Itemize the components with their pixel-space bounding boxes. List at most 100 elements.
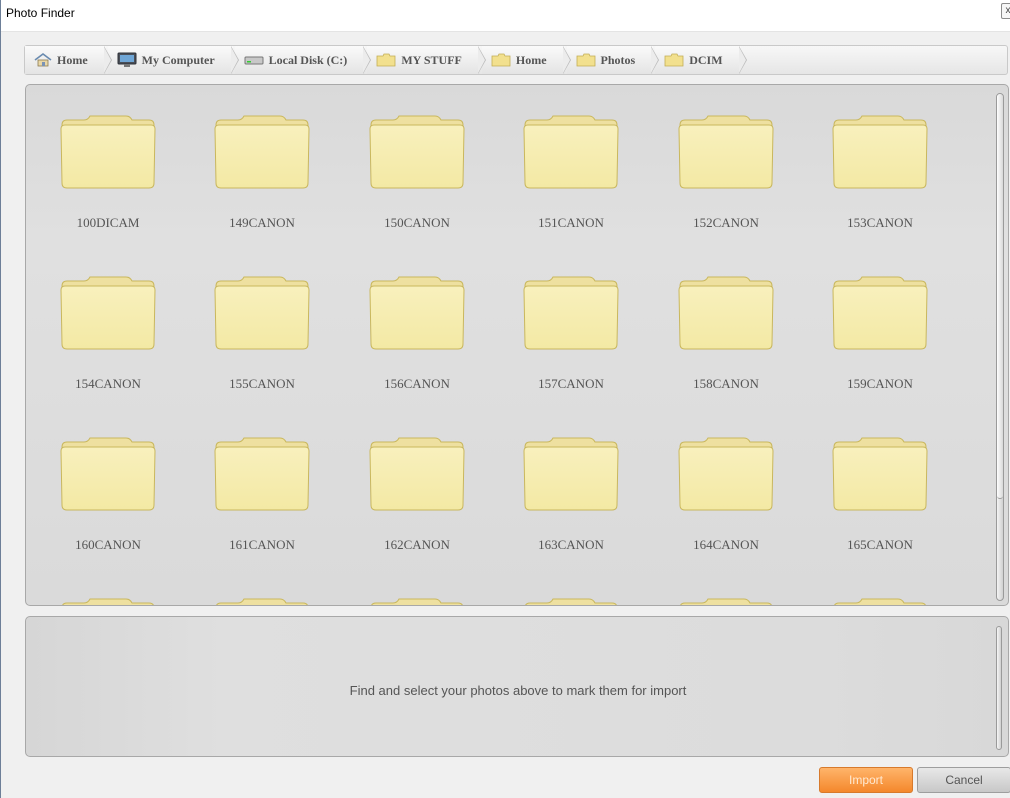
- folder-icon: [357, 276, 477, 350]
- folder-item[interactable]: 164CANON: [666, 437, 786, 567]
- breadcrumb: Home My Computer Local Disk (C:) MY STUF…: [24, 45, 1008, 75]
- folder-item-partial[interactable]: [511, 598, 631, 605]
- breadcrumb-item-my-stuff[interactable]: MY STUFF: [367, 46, 486, 74]
- folder-icon: [576, 53, 596, 67]
- folder-icon: [357, 437, 477, 511]
- folder-label: 156CANON: [384, 376, 450, 391]
- folder-item[interactable]: 156CANON: [357, 276, 477, 406]
- import-hint-text: Find and select your photos above to mar…: [349, 683, 687, 698]
- folder-icon: [376, 53, 396, 67]
- folder-item[interactable]: 152CANON: [666, 115, 786, 245]
- folder-item-partial[interactable]: [357, 598, 477, 605]
- folder-item[interactable]: 159CANON: [820, 276, 940, 406]
- folder-icon: [48, 276, 168, 350]
- folder-item-partial[interactable]: [666, 598, 786, 605]
- folder-browser-panel: 100DICAM 149CANON 150CANON 151CANON 152CANON…: [25, 84, 1009, 606]
- folder-item[interactable]: 100DICAM: [48, 115, 168, 245]
- folder-label: 149CANON: [229, 215, 295, 230]
- breadcrumb-item-local-disk[interactable]: Local Disk (C:): [234, 46, 371, 74]
- window-title: Photo Finder: [6, 6, 75, 20]
- import-selection-panel: Find and select your photos above to mar…: [25, 616, 1009, 757]
- folder-label: 162CANON: [384, 537, 450, 552]
- folder-icon: [48, 598, 168, 605]
- folder-icon: [666, 598, 786, 605]
- folder-item[interactable]: 162CANON: [357, 437, 477, 567]
- folder-label: 152CANON: [693, 215, 759, 230]
- folder-icon: [511, 276, 631, 350]
- folder-item[interactable]: 160CANON: [48, 437, 168, 567]
- folder-icon: [820, 115, 940, 189]
- folder-label: 160CANON: [75, 537, 141, 552]
- folder-icon: [511, 115, 631, 189]
- folder-item[interactable]: 157CANON: [511, 276, 631, 406]
- breadcrumb-label: Home: [57, 52, 88, 67]
- folder-label: 157CANON: [538, 376, 604, 391]
- folder-item[interactable]: 158CANON: [666, 276, 786, 406]
- import-scrollbar[interactable]: [996, 626, 1002, 750]
- folder-scrollbar[interactable]: [996, 93, 1004, 601]
- folder-icon: [202, 115, 322, 189]
- folder-icon: [666, 276, 786, 350]
- folder-item[interactable]: 154CANON: [48, 276, 168, 406]
- folder-item-partial[interactable]: [202, 598, 322, 605]
- folder-grid: 100DICAM 149CANON 150CANON 151CANON 152CANON…: [26, 85, 986, 605]
- folder-icon: [666, 437, 786, 511]
- breadcrumb-label: Home: [515, 52, 547, 67]
- import-button[interactable]: Import: [819, 767, 913, 793]
- folder-label: 154CANON: [75, 376, 141, 391]
- folder-icon: [202, 437, 322, 511]
- folder-label: 155CANON: [229, 376, 295, 391]
- folder-label: 165CANON: [847, 537, 913, 552]
- photo-finder-window: Photo Finder x Home My Computer Local Di…: [0, 0, 1010, 798]
- home-icon: [34, 53, 52, 67]
- folder-icon: [202, 598, 322, 605]
- folder-icon: [357, 598, 477, 605]
- breadcrumb-item-dcim[interactable]: DCIM: [655, 46, 747, 74]
- breadcrumb-label: MY STUFF: [401, 52, 462, 67]
- folder-item[interactable]: 153CANON: [820, 115, 940, 245]
- folder-item[interactable]: 155CANON: [202, 276, 322, 406]
- folder-item[interactable]: 165CANON: [820, 437, 940, 567]
- folder-item[interactable]: 149CANON: [202, 115, 322, 245]
- folder-icon: [48, 115, 168, 189]
- folder-icon: [820, 598, 940, 605]
- breadcrumb-item-home-folder[interactable]: Home: [481, 46, 571, 74]
- folder-icon: [357, 115, 477, 189]
- folder-icon: [511, 598, 631, 605]
- folder-label: 150CANON: [384, 215, 450, 230]
- folder-label: 161CANON: [229, 537, 295, 552]
- cancel-button[interactable]: Cancel: [917, 767, 1010, 793]
- breadcrumb-item-home[interactable]: Home: [25, 46, 112, 74]
- breadcrumb-label: My Computer: [141, 52, 215, 67]
- folder-icon: [48, 437, 168, 511]
- breadcrumb-item-my-computer[interactable]: My Computer: [107, 46, 239, 74]
- folder-label: 159CANON: [847, 376, 913, 391]
- folder-item[interactable]: 163CANON: [511, 437, 631, 567]
- close-button[interactable]: x: [1001, 3, 1010, 19]
- folder-item[interactable]: 161CANON: [202, 437, 322, 567]
- folder-item-partial[interactable]: [820, 598, 940, 605]
- folder-scrollbar-thumb[interactable]: [997, 94, 1003, 499]
- breadcrumb-label: Local Disk (C:): [268, 52, 348, 67]
- folder-icon: [664, 53, 684, 67]
- folder-icon: [511, 437, 631, 511]
- breadcrumb-spacer: [743, 46, 1007, 74]
- folder-item[interactable]: 150CANON: [357, 115, 477, 245]
- breadcrumb-label: DCIM: [689, 52, 723, 67]
- breadcrumb-label: Photos: [600, 52, 636, 67]
- folder-item-partial[interactable]: [48, 598, 168, 605]
- title-bar: Photo Finder x: [1, 0, 1010, 32]
- folder-label: 151CANON: [538, 215, 604, 230]
- breadcrumb-item-photos[interactable]: Photos: [566, 46, 659, 74]
- folder-label: 100DICAM: [76, 215, 140, 230]
- folder-icon: [202, 276, 322, 350]
- folder-label: 153CANON: [847, 215, 913, 230]
- folder-item[interactable]: 151CANON: [511, 115, 631, 245]
- folder-icon: [666, 115, 786, 189]
- computer-icon: [117, 52, 137, 68]
- folder-icon: [820, 276, 940, 350]
- folder-label: 163CANON: [538, 537, 604, 552]
- folder-label: 164CANON: [693, 537, 759, 552]
- folder-icon: [820, 437, 940, 511]
- folder-label: 158CANON: [693, 376, 759, 391]
